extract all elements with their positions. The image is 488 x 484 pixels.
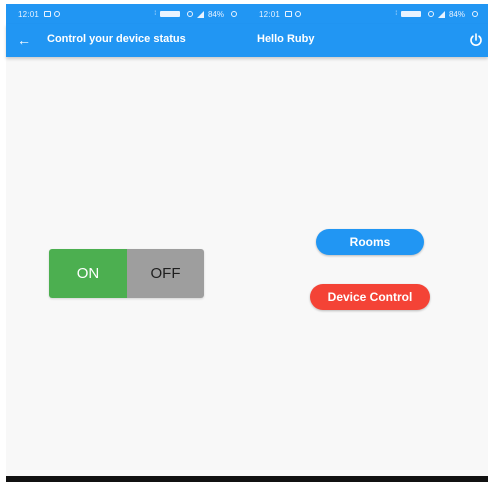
signal-icon bbox=[196, 10, 204, 18]
notification-icon bbox=[285, 11, 293, 17]
battery-level-right: 84% bbox=[448, 9, 465, 19]
data-speed-icon: ⁞ bbox=[395, 11, 397, 17]
do-not-disturb-icon bbox=[427, 11, 434, 17]
sync-icon bbox=[54, 11, 61, 17]
rooms-button[interactable]: Rooms bbox=[316, 229, 424, 255]
data-speed-icon: ⁞ bbox=[154, 11, 156, 17]
battery-icon bbox=[231, 11, 237, 17]
navigation-bar bbox=[6, 476, 488, 482]
signal-icon bbox=[437, 10, 445, 18]
status-bar-right: 12:01 ⁞ 84% bbox=[247, 4, 488, 24]
on-off-toggle: ON OFF bbox=[49, 249, 204, 298]
arrow-left-icon[interactable]: ← bbox=[14, 30, 34, 50]
app-screen: 12:01 ⁞ 84% 12:01 ⁞ 84% ← Control your d… bbox=[6, 4, 488, 476]
status-bar-left: 12:01 ⁞ 84% bbox=[6, 4, 247, 24]
do-not-disturb-icon bbox=[186, 11, 193, 17]
status-time-left: 12:01 bbox=[18, 9, 40, 19]
sync-icon bbox=[295, 11, 302, 17]
greeting-title: Hello Ruby bbox=[257, 33, 315, 45]
network-badge-icon bbox=[159, 11, 180, 17]
toggle-off-button[interactable]: OFF bbox=[127, 249, 204, 298]
page-title: Control your device status bbox=[47, 33, 186, 45]
toggle-on-button[interactable]: ON bbox=[49, 249, 127, 298]
network-badge-icon bbox=[400, 11, 421, 17]
status-time-right: 12:01 bbox=[259, 9, 281, 19]
battery-level-left: 84% bbox=[207, 9, 224, 19]
app-bar: ← Control your device status Hello Ruby bbox=[6, 24, 488, 57]
device-frame: 12:01 ⁞ 84% 12:01 ⁞ 84% ← Control your d… bbox=[0, 0, 488, 484]
device-control-button[interactable]: Device Control bbox=[310, 284, 430, 310]
notification-icon bbox=[44, 11, 52, 17]
power-icon[interactable] bbox=[468, 32, 484, 48]
status-icons-left: ⁞ 84% bbox=[154, 10, 237, 19]
status-icons-right: ⁞ 84% bbox=[395, 10, 478, 19]
battery-icon bbox=[472, 11, 478, 17]
